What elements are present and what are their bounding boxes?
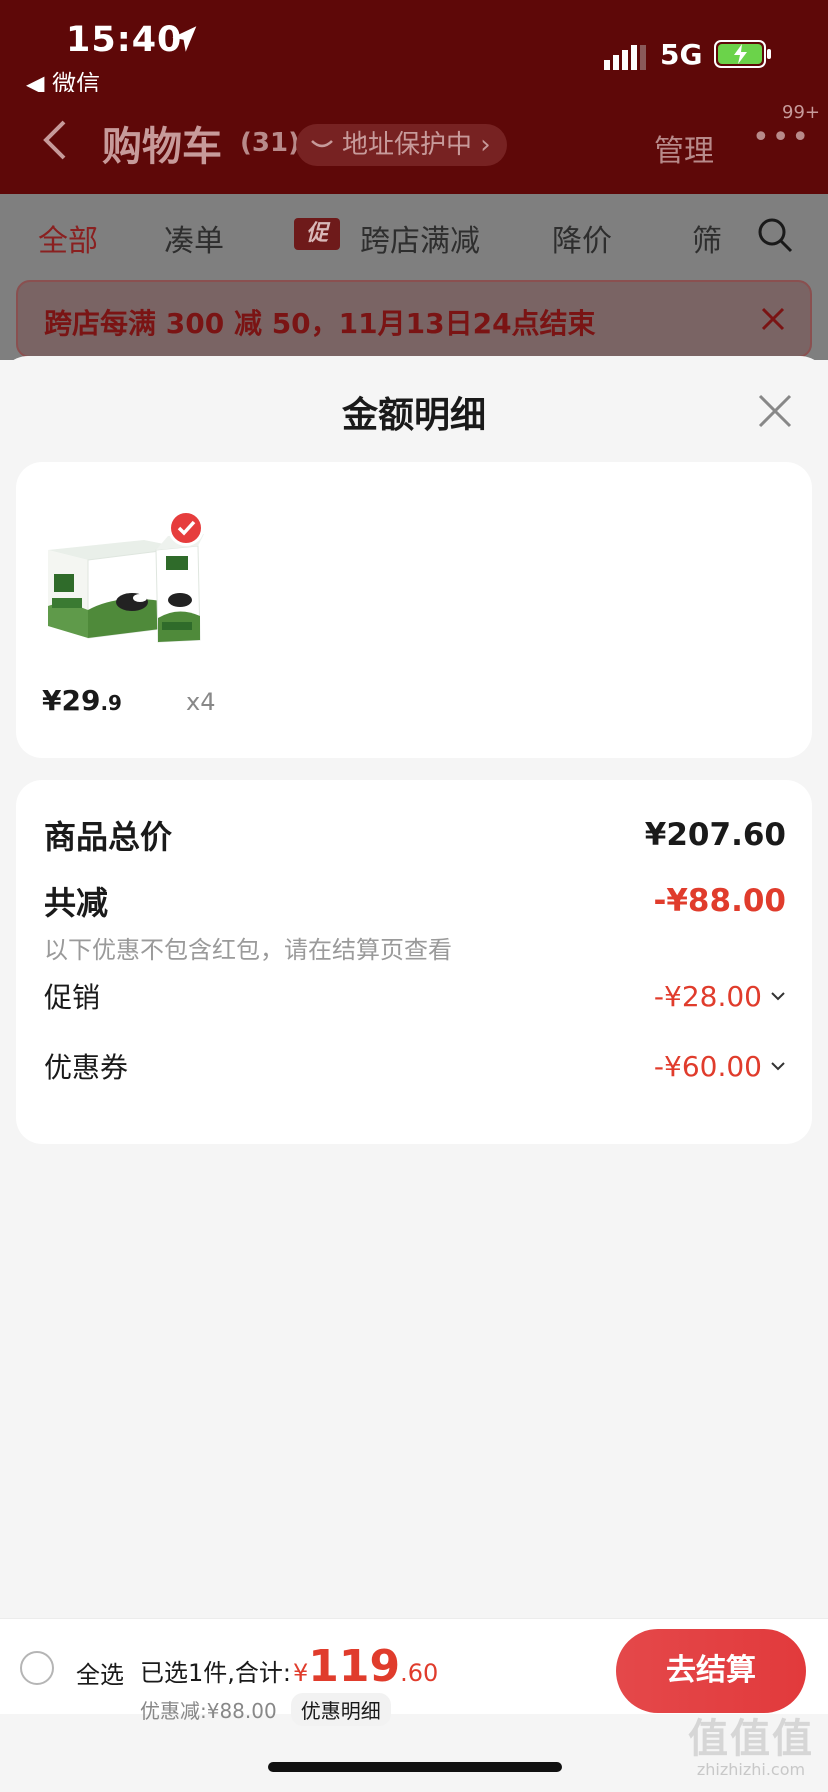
product-quantity: x4 bbox=[186, 688, 216, 716]
total-dec: .60 bbox=[400, 1659, 439, 1687]
chevron-down-icon[interactable] bbox=[770, 991, 786, 1001]
battery-charging-icon bbox=[714, 40, 771, 68]
checkout-bar: 全选 已选1件,合计: ¥ 119 .60 优惠减:¥88.00 优惠明细 去结… bbox=[0, 1618, 828, 1726]
amount-detail-sheet: 金额明细 ¥29.9 x4 商品总价 ¥207.60 共减 -¥88.00 以下… bbox=[0, 356, 828, 1792]
select-all-radio[interactable] bbox=[20, 1651, 54, 1685]
shield-icon bbox=[311, 140, 333, 148]
checkout-button[interactable]: 去结算 bbox=[616, 1629, 806, 1713]
select-all-label[interactable]: 全选 bbox=[76, 1655, 124, 1690]
total-reduce-value: -¥88.00 bbox=[653, 883, 787, 919]
product-image[interactable] bbox=[44, 510, 232, 650]
tab-combine[interactable]: 凑单 bbox=[164, 216, 224, 260]
total-price-value: ¥207.60 bbox=[644, 817, 786, 853]
total-price-label: 商品总价 bbox=[44, 818, 173, 856]
promo-text: 跨店每满 300 减 50，11月13日24点结束 bbox=[44, 307, 596, 340]
discount-detail-link[interactable]: 优惠明细 bbox=[290, 1693, 391, 1726]
tab-cross-store[interactable]: 跨店满减 bbox=[360, 216, 480, 260]
page-title: 购物车 bbox=[102, 124, 222, 170]
total-price-row: 商品总价 ¥207.60 bbox=[44, 812, 786, 858]
product-card: ¥29.9 x4 bbox=[16, 462, 812, 758]
total-line: 已选1件,合计: ¥ 119 .60 bbox=[140, 1641, 438, 1692]
tab-all[interactable]: 全部 bbox=[38, 216, 98, 260]
location-arrow-icon bbox=[172, 26, 197, 52]
cart-count: (31) bbox=[240, 128, 300, 158]
status-bar: 15:40 ◀ 微信 5G bbox=[0, 0, 828, 98]
selected-text: 已选1件,合计: bbox=[140, 1659, 291, 1687]
home-indicator[interactable] bbox=[268, 1762, 562, 1772]
tab-price-drop[interactable]: 降价 bbox=[552, 216, 612, 260]
network-type: 5G bbox=[660, 38, 703, 71]
coupon-value-group: -¥60.00 bbox=[654, 1050, 786, 1083]
signal-icon bbox=[604, 45, 646, 70]
coupon-row[interactable]: 优惠券 -¥60.00 bbox=[44, 1046, 786, 1086]
watermark-mark: 值值值 bbox=[688, 1716, 814, 1762]
reduce-note: 以下优惠不包含红包，请在结算页查看 bbox=[44, 936, 452, 964]
message-badge: 99+ bbox=[782, 102, 820, 123]
back-chevron-icon[interactable] bbox=[40, 118, 70, 162]
chevron-down-icon[interactable] bbox=[770, 1061, 786, 1071]
tab-filter[interactable]: 筛 bbox=[692, 216, 722, 260]
promo-value-group: -¥28.00 bbox=[654, 980, 786, 1013]
site-watermark: 值值值 zhizhizhi.com bbox=[676, 1706, 826, 1779]
background-cart-page: 15:40 ◀ 微信 5G 购物车 (31) 地址保护中 › 管理 ••• 99… bbox=[0, 0, 828, 400]
price-summary-card: 商品总价 ¥207.60 共减 -¥88.00 以下优惠不包含红包，请在结算页查… bbox=[16, 780, 812, 1144]
total-reduce-row: 共减 -¥88.00 bbox=[44, 878, 786, 924]
search-icon[interactable] bbox=[756, 216, 794, 254]
product-price-int: ¥29 bbox=[42, 684, 101, 717]
discount-line: 优惠减:¥88.00 优惠明细 bbox=[140, 1693, 391, 1726]
discount-text: 优惠减:¥88.00 bbox=[140, 1699, 277, 1723]
promo-banner: 跨店每满 300 减 50，11月13日24点结束 bbox=[16, 280, 812, 358]
check-icon bbox=[177, 520, 196, 536]
total-currency: ¥ bbox=[292, 1659, 309, 1687]
address-protection-label: 地址保护中 › bbox=[342, 130, 491, 160]
promo-value: -¥28.00 bbox=[653, 979, 762, 1013]
product-price-dec: .9 bbox=[100, 691, 122, 715]
manage-button[interactable]: 管理 bbox=[654, 126, 714, 170]
filter-tabs: 全部 凑单 促 跨店满减 降价 筛 bbox=[0, 194, 828, 280]
selected-check-badge bbox=[168, 510, 204, 546]
product-price: ¥29.9 bbox=[42, 684, 122, 717]
close-icon[interactable] bbox=[756, 392, 794, 430]
address-protection-pill[interactable]: 地址保护中 › bbox=[296, 124, 507, 166]
promo-row[interactable]: 促销 -¥28.00 bbox=[44, 976, 786, 1016]
total-reduce-label: 共减 bbox=[44, 884, 109, 922]
status-time: 15:40 bbox=[66, 20, 183, 60]
coupon-label: 优惠券 bbox=[44, 1051, 129, 1084]
promo-band: 跨店每满 300 减 50，11月13日24点结束 bbox=[0, 280, 828, 360]
promo-label: 促销 bbox=[44, 981, 101, 1014]
close-icon[interactable] bbox=[758, 304, 788, 334]
watermark-url: zhizhizhi.com bbox=[696, 1760, 806, 1779]
coupon-value: -¥60.00 bbox=[653, 1049, 762, 1083]
more-button[interactable]: ••• bbox=[752, 120, 811, 155]
total-int: 119 bbox=[308, 1641, 401, 1692]
sheet-title: 金额明细 bbox=[341, 395, 486, 436]
cart-navbar: 购物车 (31) 地址保护中 › 管理 ••• 99+ bbox=[0, 92, 828, 194]
promo-badge: 促 bbox=[294, 218, 340, 250]
